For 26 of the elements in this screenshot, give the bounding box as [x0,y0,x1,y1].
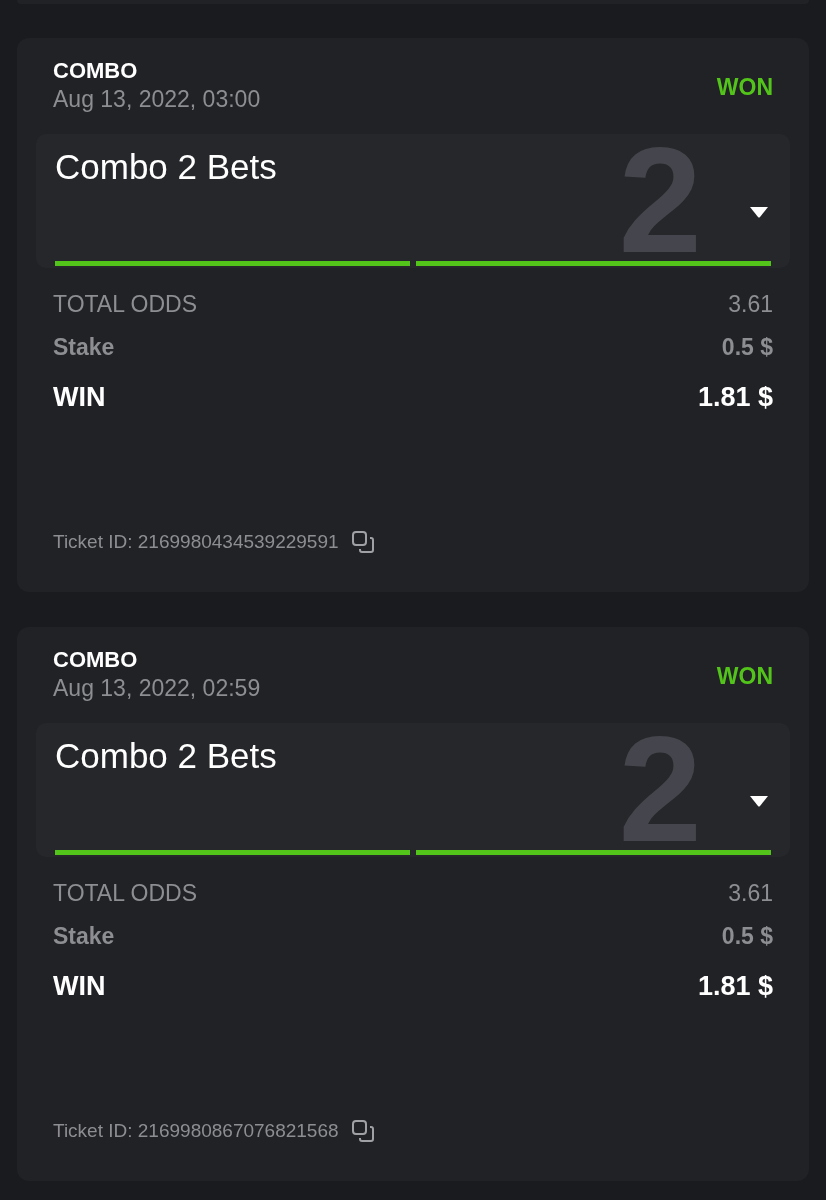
stake-value: 0.5 $ [721,922,773,950]
total-odds-label: TOTAL ODDS [53,879,197,907]
bet-date: Aug 13, 2022, 02:59 [53,674,261,703]
caret-icon[interactable] [749,795,769,807]
total-odds-value: 3.61 [728,879,773,907]
bet-status: WON [716,73,773,101]
win-label: WIN [53,970,106,1002]
bet-status: WON [716,662,773,690]
win-value: 1.81 $ [697,970,773,1002]
bet-date: Aug 13, 2022, 03:00 [53,85,261,114]
bet-type: COMBO [53,647,139,673]
win-value: 1.81 $ [697,381,773,413]
ticket-id: Ticket ID: 2169980434539229591 [53,531,339,553]
copy-icon[interactable] [350,1119,375,1143]
ticket-id: Ticket ID: 2169980867076821568 [53,1120,339,1142]
total-odds-label: TOTAL ODDS [53,290,197,318]
bet-type: COMBO [53,58,139,84]
caret-icon[interactable] [749,206,769,218]
stake-value: 0.5 $ [721,333,773,361]
combo-title: Combo 2 Bets [55,735,278,777]
total-odds-value: 3.61 [728,290,773,318]
stake-label: Stake [53,333,115,361]
copy-icon[interactable] [350,530,375,554]
combo-title: Combo 2 Bets [55,146,278,188]
win-label: WIN [53,381,106,413]
stake-label: Stake [53,922,115,950]
